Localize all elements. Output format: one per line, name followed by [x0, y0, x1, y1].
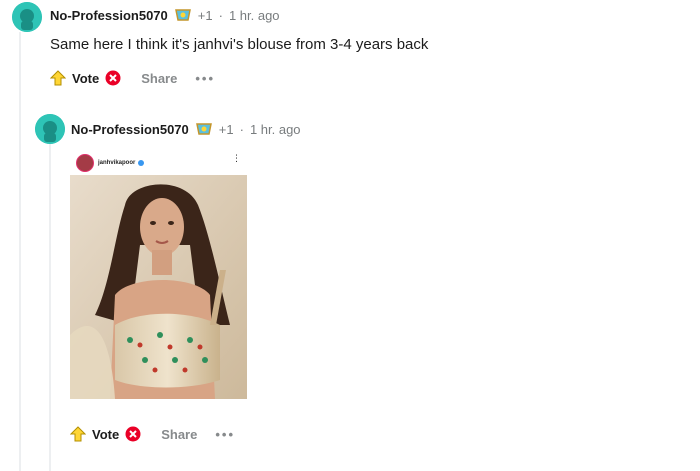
upvote-icon[interactable]: [70, 426, 86, 442]
achievement-flair-icon[interactable]: [174, 7, 192, 23]
thread-line-inner[interactable]: [49, 144, 51, 471]
user-avatar[interactable]: [35, 114, 65, 144]
share-button[interactable]: Share: [161, 427, 197, 442]
thread-line-outer[interactable]: [19, 32, 21, 471]
comment-header: No-Profession5070 +1 · 1 hr. ago: [50, 7, 280, 23]
vote-label[interactable]: Vote: [72, 71, 99, 86]
comment-body: Same here I think it's janhvi's blouse f…: [50, 36, 429, 53]
instagram-header: janhvikapoor: [76, 152, 241, 174]
karma-count: +1: [197, 7, 213, 23]
instagram-handle: janhvikapoor: [98, 160, 136, 166]
separator-dot: ·: [218, 7, 223, 23]
user-avatar[interactable]: [12, 2, 42, 32]
portrait-photo: [70, 175, 247, 399]
comment-header: No-Profession5070 +1 · 1 hr. ago: [71, 121, 301, 137]
verified-icon: [138, 160, 145, 166]
username-link[interactable]: No-Profession5070: [71, 122, 189, 137]
instagram-avatar: [76, 154, 94, 172]
vote-label[interactable]: Vote: [92, 427, 119, 442]
comment-image[interactable]: janhvikapoor ⋮: [70, 149, 247, 399]
instagram-more-icon: ⋮: [232, 153, 241, 163]
upvote-icon[interactable]: [50, 70, 66, 86]
snoo-avatar-icon: [12, 2, 42, 32]
username-link[interactable]: No-Profession5070: [50, 8, 168, 23]
timestamp-link[interactable]: 1 hr. ago: [250, 122, 301, 137]
snoo-avatar-icon: [35, 114, 65, 144]
downvote-icon[interactable]: [125, 426, 141, 442]
more-icon[interactable]: •••: [215, 427, 235, 442]
karma-count: +1: [218, 121, 234, 137]
share-button[interactable]: Share: [141, 71, 177, 86]
achievement-flair-icon[interactable]: [195, 121, 213, 137]
more-icon[interactable]: •••: [195, 71, 215, 86]
comment-actions: Vote Share •••: [50, 70, 215, 86]
downvote-icon[interactable]: [105, 70, 121, 86]
comment-actions: Vote Share •••: [70, 426, 235, 442]
separator-dot: ·: [239, 121, 244, 137]
timestamp-link[interactable]: 1 hr. ago: [229, 8, 280, 23]
